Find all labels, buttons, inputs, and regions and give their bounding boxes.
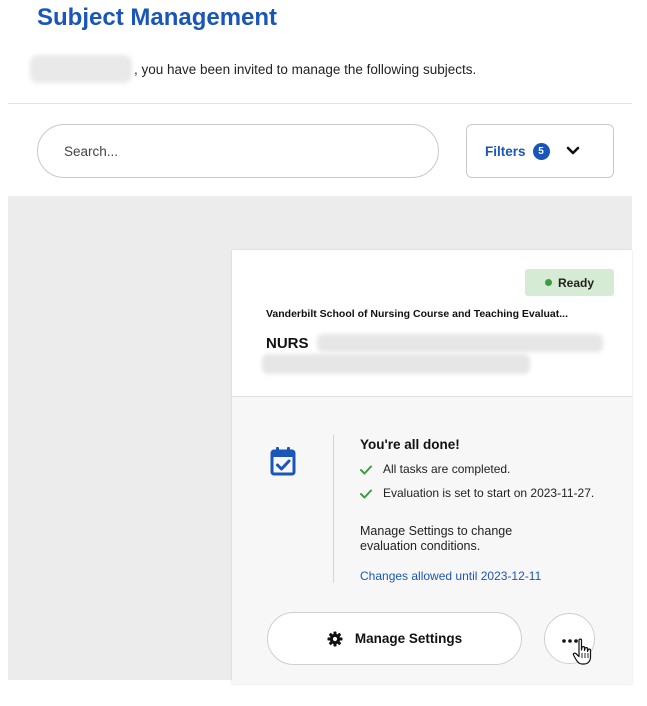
check-icon	[360, 462, 375, 478]
subject-code: NURS	[266, 335, 309, 352]
filters-button[interactable]: Filters 5	[466, 124, 614, 178]
manage-settings-note: Manage Settings to change evaluation con…	[360, 524, 513, 553]
done-title: You're all done!	[360, 437, 460, 452]
search-input[interactable]: Search...	[37, 124, 439, 178]
page-title: Subject Management	[37, 4, 278, 31]
redacted-user-name	[30, 55, 132, 83]
task-text: All tasks are completed.	[383, 462, 511, 476]
task-item: All tasks are completed.	[360, 462, 510, 478]
section-divider	[333, 435, 334, 583]
status-badge: Ready	[525, 269, 614, 296]
manage-settings-label: Manage Settings	[354, 631, 463, 646]
filters-label: Filters	[485, 143, 526, 159]
task-item: Evaluation is set to start on 2023-11-27…	[360, 486, 600, 502]
gear-icon	[327, 631, 343, 647]
header-divider	[8, 103, 632, 104]
redacted-subject-name	[317, 334, 603, 352]
changes-deadline: Changes allowed until 2023-12-11	[360, 569, 542, 583]
search-placeholder: Search...	[64, 143, 119, 159]
status-label: Ready	[557, 275, 595, 290]
subject-card: Ready Vanderbilt School of Nursing Cours…	[232, 250, 632, 684]
invite-text: , you have been invited to manage the fo…	[134, 61, 477, 77]
invite-message: , you have been invited to manage the fo…	[30, 52, 476, 86]
redacted-subject-name-line2	[262, 354, 530, 374]
check-icon	[360, 486, 375, 502]
task-text: Evaluation is set to start on 2023-11-27…	[383, 486, 595, 500]
subject-card-header: Ready Vanderbilt School of Nursing Cours…	[232, 250, 632, 397]
calendar-check-icon	[270, 446, 296, 481]
filters-count-badge: 5	[532, 142, 550, 160]
hand-pointer-cursor-icon	[572, 638, 594, 671]
status-dot	[544, 279, 552, 286]
course-title: Vanderbilt School of Nursing Course and …	[266, 308, 569, 320]
manage-settings-button[interactable]: Manage Settings	[267, 612, 522, 665]
chevron-down-icon	[566, 146, 580, 156]
